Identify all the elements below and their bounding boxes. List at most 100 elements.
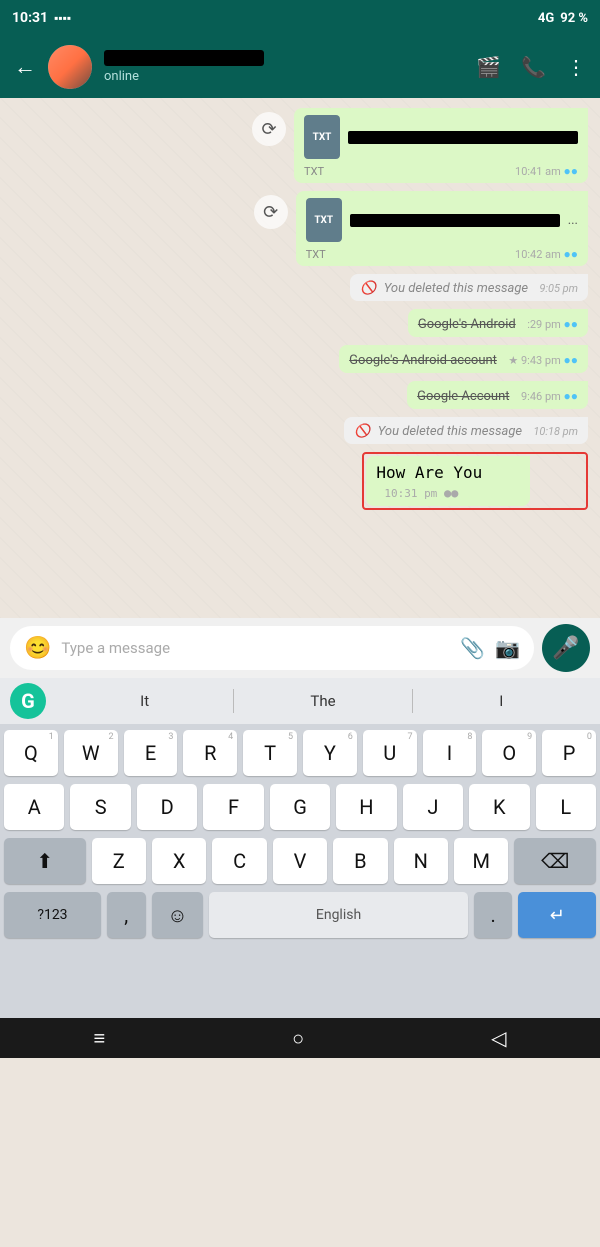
message-row: Google Account 9:46 pm ●●: [12, 381, 588, 409]
message-row: ⟳ TXT ... TXT 10:42 am ●●: [12, 191, 588, 266]
key-x[interactable]: X: [152, 838, 206, 884]
chat-header: ← online 🎬 📞 ⋮: [0, 36, 600, 98]
message-text-strikethrough: Google's Android: [418, 317, 516, 332]
deleted-text: You deleted this message: [378, 424, 522, 439]
grammarly-icon: G: [10, 683, 46, 719]
emoji-button[interactable]: 😊: [24, 636, 51, 661]
suggestion-it[interactable]: It: [56, 692, 233, 710]
forward-icon[interactable]: ⟳: [252, 112, 286, 146]
time: 10:31: [12, 10, 48, 26]
input-placeholder: Type a message: [61, 639, 450, 657]
key-u[interactable]: 7U: [363, 730, 417, 776]
space-key[interactable]: English: [209, 892, 467, 938]
key-j[interactable]: J: [403, 784, 463, 830]
key-y[interactable]: 6Y: [303, 730, 357, 776]
message-time: ★ 9:43 pm ●●: [508, 354, 578, 367]
bottom-nav-bar: ≡ ○ ◁: [0, 1018, 600, 1058]
read-ticks: ●●: [564, 353, 579, 367]
message-time: 10:42 am ●●: [515, 247, 578, 261]
message-row: 🚫 You deleted this message 9:05 pm: [12, 274, 588, 301]
key-p[interactable]: 0P: [542, 730, 596, 776]
enter-key[interactable]: ↵: [518, 892, 596, 938]
contact-info: online: [104, 50, 464, 84]
message-input-field[interactable]: 😊 Type a message 📎 📷: [10, 626, 534, 670]
file-name-redacted: [350, 214, 560, 227]
key-h[interactable]: H: [336, 784, 396, 830]
read-ticks: ●●: [564, 247, 579, 261]
deleted-message-bubble: 🚫 You deleted this message 10:18 pm: [344, 417, 588, 444]
more-options-button[interactable]: ⋮: [566, 55, 586, 79]
message-bubble: TXT TXT 10:41 am ●●: [294, 108, 588, 183]
signal-bars: ▪▪▪▪: [54, 11, 71, 25]
menu-nav-button[interactable]: ≡: [93, 1026, 105, 1051]
back-button[interactable]: ←: [14, 54, 36, 80]
backspace-key[interactable]: ⌫: [514, 838, 596, 884]
shift-key[interactable]: ⬆: [4, 838, 86, 884]
highlighted-message-container: How Are You 10:31 pm ●●: [362, 452, 588, 510]
suggestions-row: G It The I: [0, 678, 600, 724]
message-time: 9:05 pm: [539, 282, 578, 295]
key-q[interactable]: 1Q: [4, 730, 58, 776]
suggestion-the[interactable]: The: [234, 692, 411, 710]
forward-icon[interactable]: ⟳: [254, 195, 288, 229]
key-r[interactable]: 4R: [183, 730, 237, 776]
key-e[interactable]: 3E: [124, 730, 178, 776]
status-right: 4G 92 %: [538, 11, 588, 26]
period-key[interactable]: .: [474, 892, 513, 938]
deleted-message-bubble: 🚫 You deleted this message 9:05 pm: [350, 274, 588, 301]
battery: 92 %: [560, 11, 588, 26]
key-d[interactable]: D: [137, 784, 197, 830]
file-attachment: TXT: [304, 115, 578, 159]
key-z[interactable]: Z: [92, 838, 146, 884]
key-s[interactable]: S: [70, 784, 130, 830]
read-ticks: ●●: [564, 164, 579, 178]
attach-button[interactable]: 📎: [460, 636, 485, 660]
comma-key[interactable]: ,: [107, 892, 146, 938]
key-row-1: 1Q 2W 3E 4R 5T 6Y 7U 8I 9O 0P: [4, 730, 596, 776]
contact-status: online: [104, 69, 464, 84]
home-nav-button[interactable]: ○: [292, 1026, 304, 1051]
key-v[interactable]: V: [273, 838, 327, 884]
key-n[interactable]: N: [394, 838, 448, 884]
key-i[interactable]: 8I: [423, 730, 477, 776]
message-input-bar: 😊 Type a message 📎 📷 🎤: [0, 618, 600, 678]
highlighted-message-bubble: How Are You 10:31 pm ●●: [366, 456, 529, 506]
highlighted-message-text: How Are You: [376, 463, 482, 482]
back-nav-button[interactable]: ◁: [491, 1026, 506, 1050]
message-bubble: TXT ... TXT 10:42 am ●●: [296, 191, 588, 266]
key-rows: 1Q 2W 3E 4R 5T 6Y 7U 8I 9O 0P A S D F G …: [0, 724, 600, 1018]
video-call-button[interactable]: 🎬: [476, 55, 501, 79]
key-l[interactable]: L: [536, 784, 596, 830]
contact-name-redacted: [104, 50, 264, 66]
mic-button[interactable]: 🎤: [542, 624, 590, 672]
message-row: Google's Android :29 pm ●●: [12, 309, 588, 337]
voice-call-button[interactable]: 📞: [521, 55, 546, 79]
camera-button[interactable]: 📷: [495, 636, 520, 660]
key-a[interactable]: A: [4, 784, 64, 830]
file-name-redacted: [348, 131, 578, 144]
message-row: Google's Android account ★ 9:43 pm ●●: [12, 345, 588, 373]
key-m[interactable]: M: [454, 838, 508, 884]
key-b[interactable]: B: [333, 838, 387, 884]
key-k[interactable]: K: [469, 784, 529, 830]
key-w[interactable]: 2W: [64, 730, 118, 776]
message-time: :29 pm ●●: [527, 318, 578, 331]
message-text-strikethrough: Google's Android account: [349, 353, 497, 368]
deleted-icon: 🚫: [354, 424, 370, 439]
message-row: 🚫 You deleted this message 10:18 pm: [12, 417, 588, 444]
deleted-icon: 🚫: [360, 281, 376, 296]
file-type-icon: TXT: [304, 115, 340, 159]
suggestion-i[interactable]: I: [413, 692, 590, 710]
key-g[interactable]: G: [270, 784, 330, 830]
key-f[interactable]: F: [203, 784, 263, 830]
contact-avatar[interactable]: [48, 45, 92, 89]
emoji-key[interactable]: ☺: [152, 892, 204, 938]
key-c[interactable]: C: [212, 838, 266, 884]
key-o[interactable]: 9O: [482, 730, 536, 776]
key-t[interactable]: 5T: [243, 730, 297, 776]
status-left: 10:31 ▪▪▪▪: [12, 10, 71, 26]
deleted-text: You deleted this message: [384, 281, 528, 296]
message-time: 10:18 pm: [533, 425, 578, 438]
message-bubble: Google's Android account ★ 9:43 pm ●●: [339, 345, 588, 373]
num-switch-key[interactable]: ?123: [4, 892, 101, 938]
